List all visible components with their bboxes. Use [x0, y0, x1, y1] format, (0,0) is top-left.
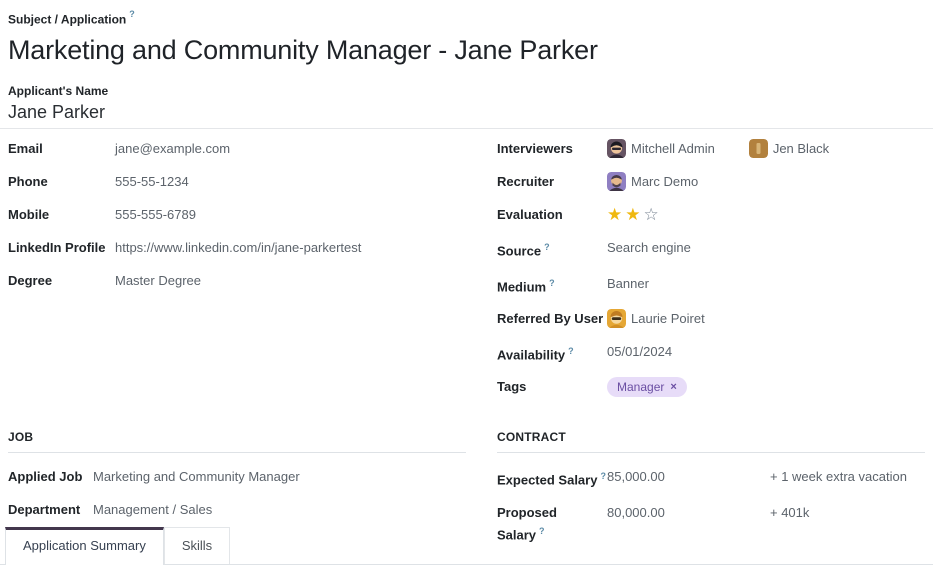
interviewer-name: Mitchell Admin — [631, 139, 715, 158]
field-tags: Tags Manager × — [497, 377, 925, 397]
tags-label: Tags — [497, 377, 607, 396]
medium-help-icon[interactable]: ? — [549, 278, 555, 288]
degree-value[interactable]: Master Degree — [115, 271, 201, 290]
field-degree: Degree Master Degree — [8, 271, 466, 291]
star-filled-icon[interactable]: ★ — [625, 205, 640, 224]
contract-section-rule — [497, 452, 925, 453]
referred-by-label: Referred By User — [497, 309, 607, 328]
interviewer-jen-black[interactable]: Jen Black — [749, 139, 829, 158]
medium-label: Medium? — [497, 274, 607, 296]
phone-label: Phone — [8, 172, 115, 191]
phone-value[interactable]: 555-55-1234 — [115, 172, 189, 191]
email-label: Email — [8, 139, 115, 158]
applicant-name-value[interactable]: Jane Parker — [8, 100, 925, 124]
tag-manager[interactable]: Manager × — [607, 377, 687, 397]
field-recruiter: Recruiter Marc Demo — [497, 172, 925, 192]
job-section-rule — [8, 452, 466, 453]
recruiter-name: Marc Demo — [631, 172, 698, 191]
referred-user-name: Laurie Poiret — [631, 309, 705, 328]
expected-salary-value[interactable]: 85,000.00 — [607, 467, 770, 486]
field-source: Source? Search engine — [497, 238, 925, 260]
recruiter-marc-demo[interactable]: Marc Demo — [607, 172, 698, 191]
interviewer-name: Jen Black — [773, 139, 829, 158]
avatar-mitchell-admin-icon — [607, 139, 626, 158]
avatar-laurie-poiret-icon — [607, 309, 626, 328]
field-availability: Availability? 05/01/2024 — [497, 342, 925, 364]
field-mobile: Mobile 555-555-6789 — [8, 205, 466, 225]
interviewer-mitchell-admin[interactable]: Mitchell Admin — [607, 139, 715, 158]
tag-remove-icon[interactable]: × — [670, 380, 676, 394]
applied-job-value[interactable]: Marketing and Community Manager — [93, 467, 300, 486]
contract-section-title: CONTRACT — [497, 430, 925, 445]
form-header: Subject / Application? Marketing and Com… — [0, 0, 933, 124]
job-fields: Applied Job Marketing and Community Mana… — [8, 467, 466, 520]
proposed-salary-extra[interactable]: + 401k — [770, 503, 809, 522]
evaluation-label: Evaluation — [497, 205, 607, 224]
proposed-salary-value[interactable]: 80,000.00 — [607, 503, 770, 522]
interviewers-label: Interviewers — [497, 139, 607, 158]
expected-salary-label: Expected Salary? — [497, 467, 607, 489]
left-column: Email jane@example.com Phone 555-55-1234… — [8, 139, 466, 410]
applicant-form-page: Subject / Application? Marketing and Com… — [0, 0, 933, 573]
availability-value[interactable]: 05/01/2024 — [607, 342, 672, 361]
subject-label-row: Subject / Application? — [8, 9, 925, 28]
expected-salary-help-icon[interactable]: ? — [600, 471, 606, 481]
field-medium: Medium? Banner — [497, 274, 925, 296]
fields-area: Email jane@example.com Phone 555-55-1234… — [0, 129, 933, 410]
notebook-tabbar: Application Summary Skills — [0, 527, 933, 565]
department-label: Department — [8, 500, 93, 519]
tab-skills[interactable]: Skills — [164, 527, 230, 564]
source-label: Source? — [497, 238, 607, 260]
field-department: Department Management / Sales — [8, 500, 466, 520]
applicant-name-label: Applicant's Name — [8, 83, 925, 99]
tag-label: Manager — [617, 380, 664, 394]
source-value[interactable]: Search engine — [607, 238, 691, 257]
mobile-value[interactable]: 555-555-6789 — [115, 205, 196, 224]
page-title[interactable]: Marketing and Community Manager - Jane P… — [8, 32, 925, 68]
tab-application-summary[interactable]: Application Summary — [5, 527, 164, 565]
applied-job-label: Applied Job — [8, 467, 93, 486]
field-email: Email jane@example.com — [8, 139, 466, 159]
availability-help-icon[interactable]: ? — [568, 346, 574, 356]
referred-user-laurie-poiret[interactable]: Laurie Poiret — [607, 309, 705, 328]
mobile-label: Mobile — [8, 205, 115, 224]
degree-label: Degree — [8, 271, 115, 290]
email-value[interactable]: jane@example.com — [115, 139, 230, 158]
field-expected-salary: Expected Salary? 85,000.00 + 1 week extr… — [497, 467, 925, 489]
field-evaluation: Evaluation ★ ★ ☆ — [497, 205, 925, 225]
avatar-jen-black-icon — [749, 139, 768, 158]
recruiter-label: Recruiter — [497, 172, 607, 191]
subject-label: Subject / Application — [8, 12, 126, 26]
field-phone: Phone 555-55-1234 — [8, 172, 466, 192]
interviewers-value: Mitchell Admin Jen Black — [607, 139, 829, 158]
source-help-icon[interactable]: ? — [544, 242, 550, 252]
medium-value[interactable]: Banner — [607, 274, 649, 293]
expected-salary-extra[interactable]: + 1 week extra vacation — [770, 467, 907, 486]
linkedin-label: LinkedIn Profile — [8, 238, 115, 257]
star-filled-icon[interactable]: ★ — [607, 205, 622, 224]
field-referred-by: Referred By User Laurie Poiret — [497, 309, 925, 329]
star-empty-icon[interactable]: ☆ — [644, 205, 659, 224]
subject-help-icon[interactable]: ? — [129, 9, 135, 19]
field-interviewers: Interviewers Mitchell Admin — [497, 139, 925, 159]
field-applied-job: Applied Job Marketing and Community Mana… — [8, 467, 466, 487]
evaluation-rating: ★ ★ ☆ — [607, 205, 659, 224]
job-section-title: JOB — [8, 430, 466, 445]
department-value[interactable]: Management / Sales — [93, 500, 212, 519]
right-column: Interviewers Mitchell Admin — [497, 139, 925, 410]
avatar-marc-demo-icon — [607, 172, 626, 191]
availability-label: Availability? — [497, 342, 607, 364]
linkedin-value[interactable]: https://www.linkedin.com/in/jane-parkert… — [115, 238, 361, 257]
field-linkedin: LinkedIn Profile https://www.linkedin.co… — [8, 238, 466, 258]
